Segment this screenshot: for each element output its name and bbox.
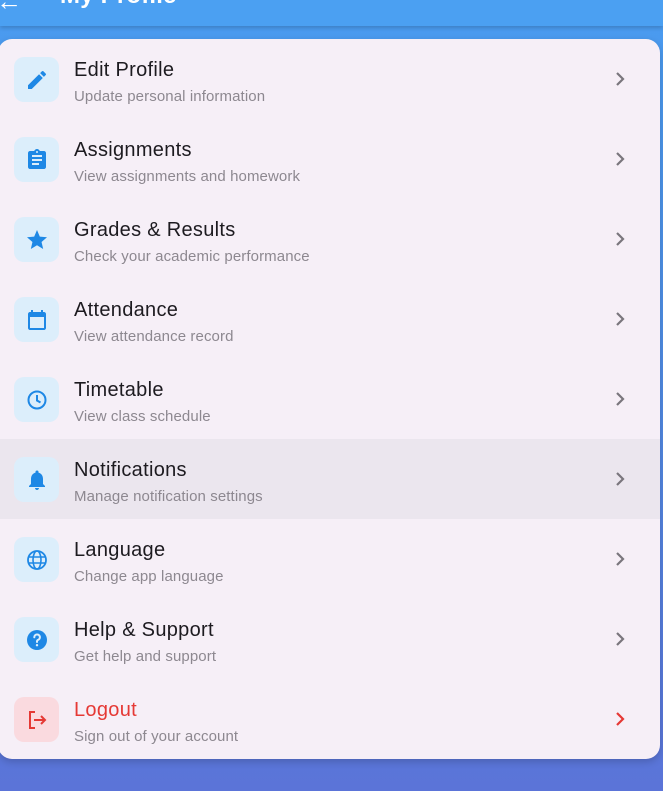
menu-item-subtitle: Manage notification settings bbox=[74, 488, 263, 505]
arrow-back-icon[interactable]: ← bbox=[0, 0, 22, 17]
edit-icon bbox=[14, 57, 59, 102]
menu-item-label: Attendance bbox=[74, 299, 179, 321]
chevron-right-icon bbox=[616, 72, 625, 86]
menu-item-label: Help & Support bbox=[74, 619, 214, 641]
profile-menu-card: Edit Profile Update personal information… bbox=[0, 39, 660, 759]
chevron-right-icon bbox=[616, 552, 625, 566]
chevron-right-icon bbox=[616, 632, 625, 646]
menu-item-label: Notifications bbox=[74, 459, 187, 481]
menu-item-subtitle: Update personal information bbox=[74, 88, 266, 105]
menu-item-subtitle: Change app language bbox=[74, 568, 224, 585]
menu-item-assignments[interactable]: Assignments View assignments and homewor… bbox=[0, 119, 660, 199]
menu-item-subtitle: Sign out of your account bbox=[74, 728, 239, 745]
menu-item-timetable[interactable]: Timetable View class schedule bbox=[0, 359, 660, 439]
menu-item-subtitle: View assignments and homework bbox=[74, 168, 301, 185]
chevron-right-icon bbox=[616, 312, 625, 326]
assignment-icon bbox=[14, 137, 59, 182]
menu-item-label: Assignments bbox=[74, 139, 192, 161]
menu-item-label: Logout bbox=[74, 699, 137, 721]
chevron-right-icon bbox=[616, 232, 625, 246]
chevron-right-icon bbox=[616, 472, 625, 486]
menu-item-language[interactable]: Language Change app language bbox=[0, 519, 660, 599]
menu-item-subtitle: View attendance record bbox=[74, 328, 234, 345]
bell-icon bbox=[14, 457, 59, 502]
menu-item-label: Language bbox=[74, 539, 166, 561]
menu-item-grades-results[interactable]: Grades & Results Check your academic per… bbox=[0, 199, 660, 279]
menu-item-edit-profile[interactable]: Edit Profile Update personal information bbox=[0, 39, 660, 119]
clock-icon bbox=[14, 377, 59, 422]
calendar-icon bbox=[14, 297, 59, 342]
menu-item-notifications[interactable]: Notifications Manage notification settin… bbox=[0, 439, 660, 519]
menu-item-subtitle: Check your academic performance bbox=[74, 248, 310, 265]
menu-item-attendance[interactable]: Attendance View attendance record bbox=[0, 279, 660, 359]
menu-item-label: Grades & Results bbox=[74, 219, 236, 241]
logout-icon bbox=[14, 697, 59, 742]
star-icon bbox=[14, 217, 59, 262]
menu-item-subtitle: View class schedule bbox=[74, 408, 211, 425]
menu-item-label: Edit Profile bbox=[74, 59, 175, 81]
menu-item-subtitle: Get help and support bbox=[74, 648, 217, 665]
menu-item-label: Timetable bbox=[74, 379, 164, 401]
help-icon bbox=[14, 617, 59, 662]
chevron-right-icon bbox=[616, 392, 625, 406]
menu-item-help-support[interactable]: Help & Support Get help and support bbox=[0, 599, 660, 679]
menu-item-logout[interactable]: Logout Sign out of your account bbox=[0, 679, 660, 759]
page-title: My Profile bbox=[60, 0, 177, 10]
chevron-right-icon bbox=[616, 152, 625, 166]
app-bar: ← My Profile bbox=[0, 0, 663, 26]
chevron-right-icon bbox=[616, 712, 625, 726]
globe-icon bbox=[14, 537, 59, 582]
